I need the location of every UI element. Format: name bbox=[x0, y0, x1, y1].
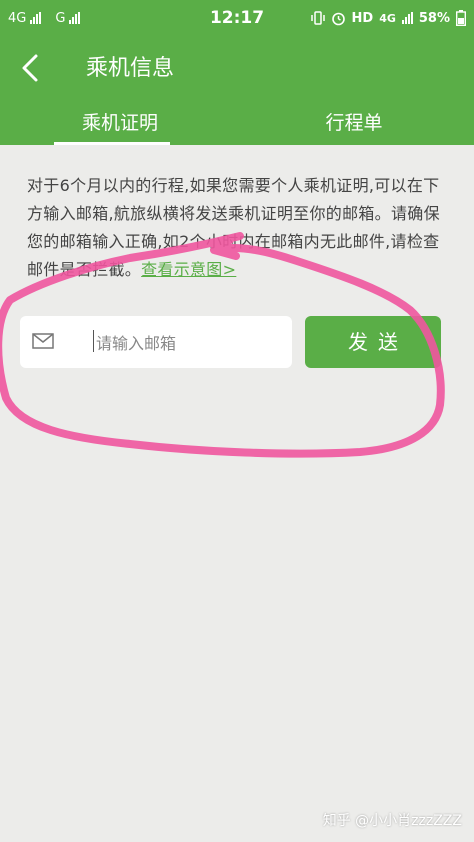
watermark: 知乎 @小小肖zzzZZZ bbox=[322, 813, 462, 829]
network-4g-right-label: 4G bbox=[379, 11, 396, 25]
email-field[interactable] bbox=[20, 316, 292, 370]
title-bar: 乘机信息 bbox=[0, 36, 474, 102]
back-arrow-icon bbox=[22, 54, 38, 82]
tab-bar: 乘机证明 行程单 bbox=[0, 102, 474, 145]
hd-label: HD bbox=[351, 10, 374, 26]
battery-icon bbox=[456, 10, 466, 26]
email-input[interactable] bbox=[94, 316, 288, 370]
tab-boarding-certificate[interactable]: 乘机证明 bbox=[20, 102, 220, 145]
active-tab-indicator bbox=[54, 142, 170, 145]
battery-label: 58% bbox=[418, 10, 450, 26]
send-button[interactable]: 发送 bbox=[305, 316, 441, 368]
status-right: HD 4G 58% bbox=[310, 0, 466, 36]
back-button[interactable] bbox=[14, 50, 50, 86]
vibrate-icon bbox=[310, 11, 325, 25]
instruction-text: 对于6个月以内的行程,如果您需要个人乘机证明,可以在下方输入邮箱,航旅纵横将发送… bbox=[27, 172, 455, 284]
tab-itinerary[interactable]: 行程单 bbox=[254, 102, 454, 145]
text-caret bbox=[93, 330, 94, 352]
mail-icon bbox=[32, 333, 54, 349]
status-bar: 4G G 12:17 HD 4G 58% bbox=[0, 0, 474, 36]
view-example-link[interactable]: 查看示意图> bbox=[141, 260, 236, 279]
alarm-icon bbox=[331, 12, 345, 25]
signal-icon-3 bbox=[401, 12, 413, 24]
page-title: 乘机信息 bbox=[86, 56, 175, 81]
